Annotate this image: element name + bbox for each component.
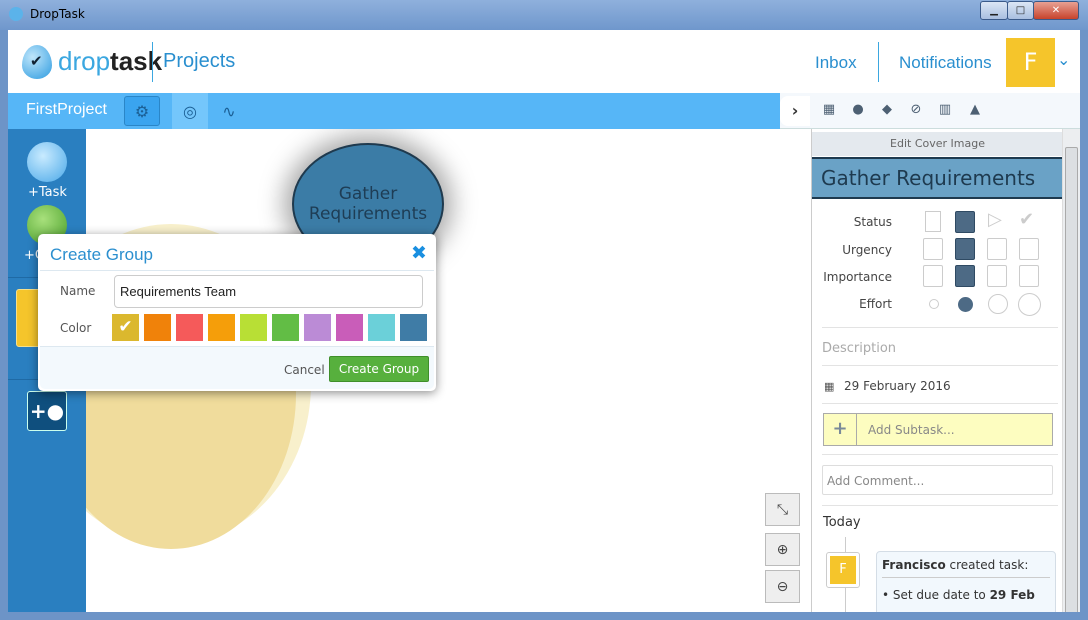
urgency-low-icon[interactable] [923,238,943,260]
panel-scrollbar[interactable] [1062,129,1080,612]
header: ✔ droptask Projects Inbox Notifications … [8,30,1080,93]
subtask-input[interactable]: + Add Subtask... [823,413,1053,446]
inbox-link[interactable]: Inbox [815,53,857,73]
task-panel: Edit Cover Image Gather Requirements Sta… [811,129,1062,612]
color-swatch[interactable] [144,314,171,341]
stop-icon[interactable] [955,211,975,233]
user-icon[interactable]: ● [849,102,867,117]
color-swatch[interactable] [368,314,395,341]
effort-label: Effort [859,297,892,311]
app-icon [9,7,23,21]
plus-icon[interactable]: + [824,414,857,445]
status-label: Status [853,215,892,229]
description-field[interactable]: Description [822,341,896,356]
importance-critical-icon[interactable] [1019,265,1039,287]
importance-low-icon[interactable] [923,265,943,287]
close-icon[interactable]: ✖ [411,242,427,264]
color-swatch[interactable] [336,314,363,341]
activity-heading: Today [823,515,861,530]
effort-tiny-icon[interactable] [929,299,939,309]
calendar-icon[interactable]: ▦ [820,102,838,117]
urgency-normal-icon[interactable] [955,238,975,260]
color-swatch[interactable] [240,314,267,341]
pause-icon[interactable] [925,211,941,232]
project-toolbar: FirstProject ⚙ ◎ ∿ [8,93,780,129]
dialog-title: Create Group [50,245,153,264]
effort-medium-icon[interactable] [988,294,1008,314]
urgency-label: Urgency [842,243,892,257]
logo-icon: ✔ [22,45,52,79]
chevron-right-icon[interactable]: › [780,96,810,126]
divider [152,42,153,82]
collapse-icon[interactable]: ⤡ [765,493,800,526]
task-title[interactable]: Gather Requirements [812,157,1062,199]
importance-label: Importance [823,270,892,284]
notifications-link[interactable]: Notifications [899,53,992,73]
cancel-button[interactable]: Cancel [284,363,325,377]
close-button[interactable]: ✕ [1033,1,1079,20]
user-avatar[interactable]: F [1006,38,1055,87]
color-swatch[interactable] [176,314,203,341]
activity-item: Francisco created task: • Set due date t… [876,551,1056,612]
window-title: DropTask [30,7,85,21]
add-task-icon[interactable] [27,142,67,182]
logo: droptask [58,46,163,76]
play-icon[interactable]: ▷ [988,209,1002,230]
add-task-button[interactable]: +Task [28,185,67,200]
groups-icon[interactable]: ◎ [172,93,208,129]
due-date[interactable]: 29 February 2016 [844,379,951,393]
zoom-in-icon[interactable]: ⊕ [765,533,800,566]
color-swatch[interactable] [208,314,235,341]
urgency-high-icon[interactable] [987,238,1007,260]
projects-link[interactable]: Projects [163,50,235,73]
check-icon: ✔ [118,317,133,337]
chevron-down-icon[interactable]: ⌄ [1057,50,1070,69]
importance-high-icon[interactable] [987,265,1007,287]
comment-input[interactable]: Add Comment... [822,465,1053,495]
create-group-dialog: Create Group ✖ Name Color ✔ Cancel Creat… [38,234,436,391]
effort-large-icon[interactable] [1018,293,1041,316]
effort-small-icon[interactable] [958,297,973,312]
color-label: Color [60,321,92,335]
trash-icon[interactable]: ▥ [936,102,954,117]
add-user-icon[interactable]: +● [27,391,67,431]
color-swatch[interactable] [272,314,299,341]
bell-icon[interactable]: ▲ [966,102,984,117]
edit-cover-image-button[interactable]: Edit Cover Image [812,132,1062,156]
activity-avatar: F [826,552,860,588]
title-bar: DropTask ▁ □ ✕ [0,0,1088,30]
divider [878,42,879,82]
minimize-button[interactable]: ▁ [980,1,1008,20]
calendar-icon: ▦ [824,380,835,393]
color-swatch[interactable] [400,314,427,341]
gear-icon[interactable]: ⚙ [124,96,160,126]
name-label: Name [60,284,96,298]
importance-normal-icon[interactable] [955,265,975,287]
project-name[interactable]: FirstProject [26,101,107,119]
color-swatch[interactable] [304,314,331,341]
paperclip-icon[interactable]: ⊘ [907,102,925,117]
group-name-input[interactable] [114,275,423,308]
color-swatch[interactable]: ✔ [112,314,139,341]
tags-icon[interactable]: ◆ [878,102,896,117]
zoom-out-icon[interactable]: ⊖ [765,570,800,603]
create-group-button[interactable]: Create Group [329,356,429,382]
scrollbar-thumb[interactable] [1065,147,1078,612]
maximize-button[interactable]: □ [1007,1,1034,20]
check-icon[interactable]: ✔ [1019,209,1034,230]
task-toolbar: › ▦ ● ◆ ⊘ ▥ ▲ [780,93,1080,129]
urgency-urgent-icon[interactable] [1019,238,1039,260]
activity-icon[interactable]: ∿ [211,96,247,126]
